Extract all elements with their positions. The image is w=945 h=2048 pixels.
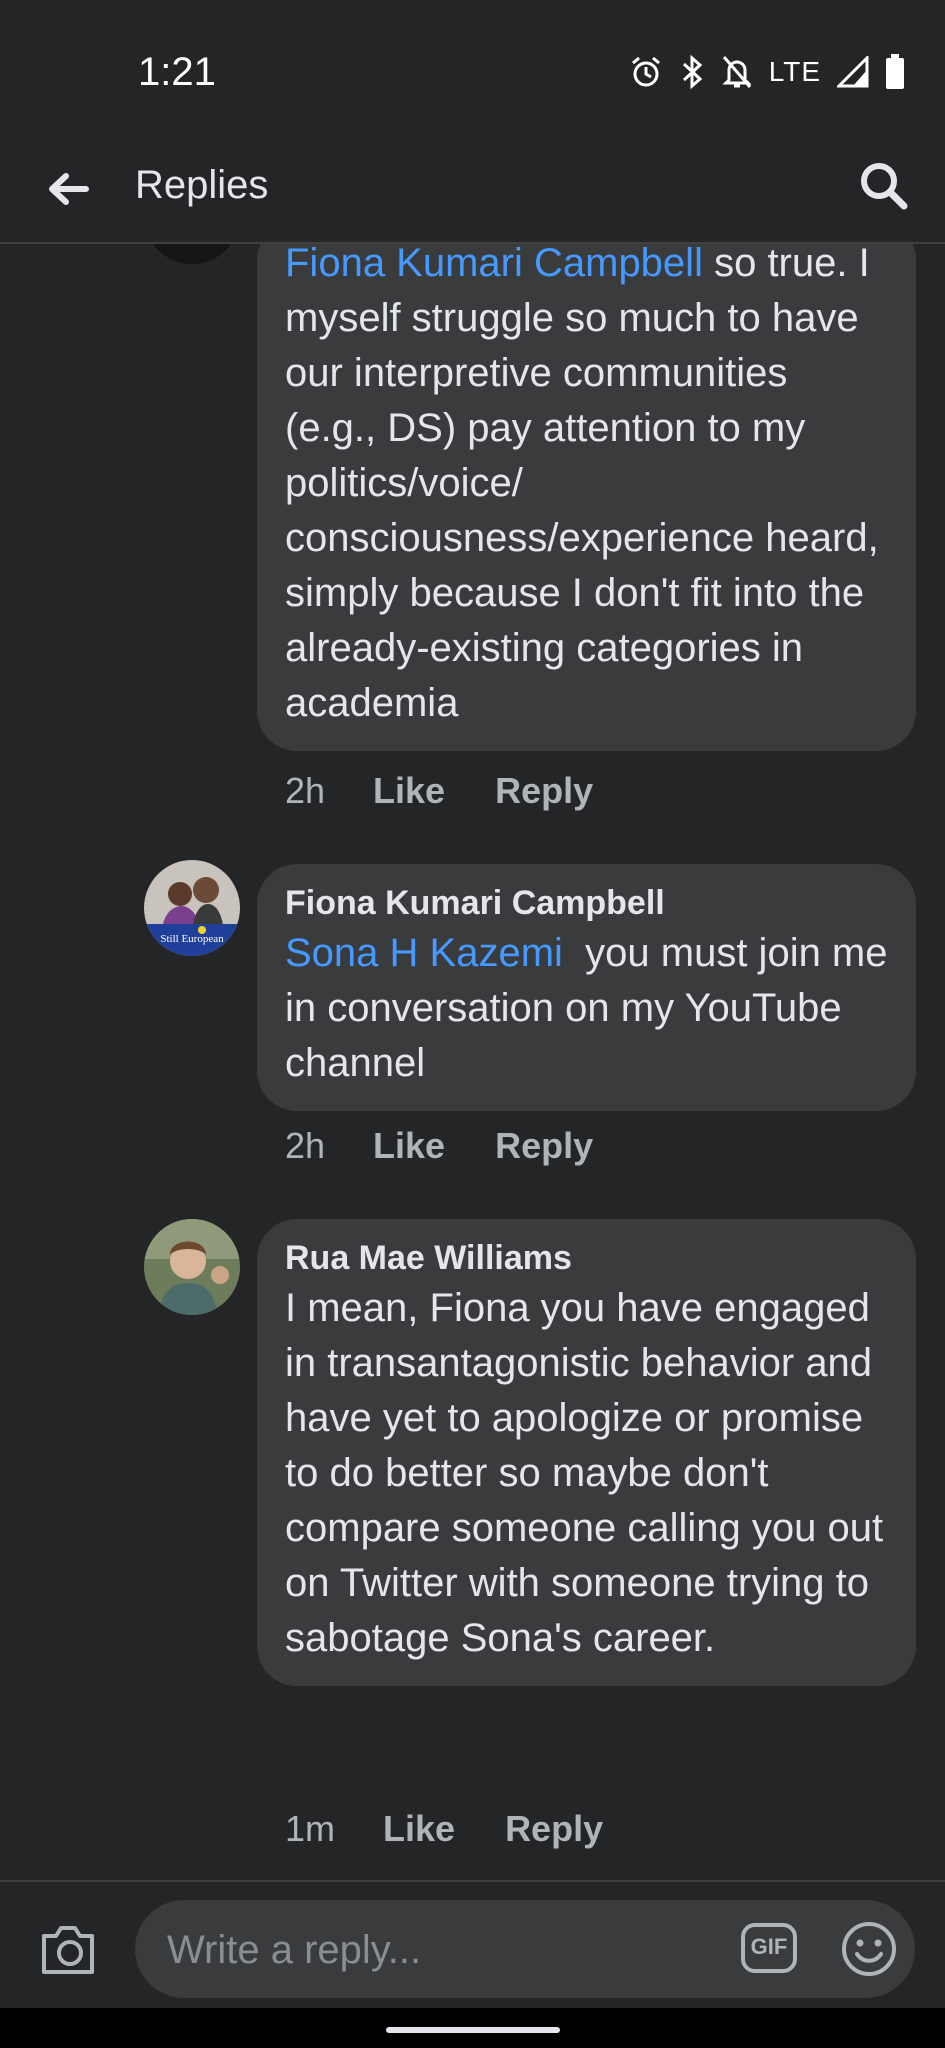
comment-bubble[interactable]: Fiona Kumari Campbell Sona H Kazemi you … xyxy=(257,864,916,1111)
like-button[interactable]: Like xyxy=(383,1808,455,1850)
camera-icon xyxy=(42,1926,94,1974)
reply-button[interactable]: Reply xyxy=(495,770,593,812)
avatar[interactable] xyxy=(144,1219,240,1315)
arrow-left-icon xyxy=(49,173,89,205)
comment-time[interactable]: 2h xyxy=(285,1125,325,1167)
comment-text: I mean, Fiona you have engaged in transa… xyxy=(285,1286,884,1660)
status-icons: LTE xyxy=(629,52,905,92)
comment-body: so true. I myself struggle so much to ha… xyxy=(285,244,879,725)
bluetooth-icon xyxy=(679,54,705,90)
battery-icon xyxy=(885,54,905,90)
status-bar: 1:21 LTE xyxy=(0,0,945,145)
gif-button[interactable]: GIF xyxy=(740,1922,798,1974)
alarm-icon xyxy=(629,55,663,89)
comment-time[interactable]: 1m xyxy=(285,1808,335,1850)
like-button[interactable]: Like xyxy=(373,1125,445,1167)
comment-text: Sona H Kazemi you must join me in conver… xyxy=(285,926,888,1091)
comment-author[interactable]: Rua Mae Williams xyxy=(285,1235,888,1281)
reply-button[interactable]: Reply xyxy=(505,1808,603,1850)
reply-input[interactable] xyxy=(165,1900,729,2000)
emoji-button[interactable] xyxy=(840,1920,898,1978)
search-icon xyxy=(861,163,908,210)
status-time: 1:21 xyxy=(138,50,216,94)
comment-author[interactable]: Fiona Kumari Campbell xyxy=(285,880,888,926)
network-type: LTE xyxy=(768,56,821,87)
notifications-off-icon xyxy=(721,54,753,90)
reply-box: GIF xyxy=(135,1900,915,2000)
mention-link[interactable]: Fiona Kumari Campbell xyxy=(285,244,703,285)
search-button[interactable] xyxy=(853,155,913,215)
camera-button[interactable] xyxy=(38,1922,98,1978)
replies-list[interactable]: Fiona Kumari Campbell so true. I myself … xyxy=(0,244,945,1880)
mention-link[interactable]: Sona H Kazemi xyxy=(285,931,563,975)
reply-button[interactable]: Reply xyxy=(495,1125,593,1167)
back-button[interactable] xyxy=(42,163,94,215)
page-title: Replies xyxy=(135,163,269,207)
comment-bubble[interactable]: Fiona Kumari Campbell so true. I myself … xyxy=(257,244,916,751)
signal-icon xyxy=(837,56,869,88)
like-button[interactable]: Like xyxy=(373,770,445,812)
avatar[interactable]: Still European xyxy=(144,860,240,956)
comment-bubble[interactable]: Rua Mae Williams I mean, Fiona you have … xyxy=(257,1219,916,1686)
comment-actions: 2h Like Reply xyxy=(285,1121,643,1171)
avatar-caption: Still European xyxy=(160,933,224,945)
gif-label: GIF xyxy=(750,1934,788,1959)
comment-text: Fiona Kumari Campbell so true. I myself … xyxy=(285,244,888,731)
comment-time[interactable]: 2h xyxy=(285,770,325,812)
comment-actions: 2h Like Reply xyxy=(285,766,643,816)
emoji-icon xyxy=(842,1922,896,1976)
avatar[interactable] xyxy=(144,244,240,264)
comment-actions: 1m Like Reply xyxy=(285,1804,653,1854)
system-nav-bar xyxy=(0,2008,945,2048)
home-indicator[interactable] xyxy=(386,2027,560,2033)
app-header: Replies xyxy=(0,145,945,244)
reply-composer: GIF xyxy=(0,1880,945,2010)
